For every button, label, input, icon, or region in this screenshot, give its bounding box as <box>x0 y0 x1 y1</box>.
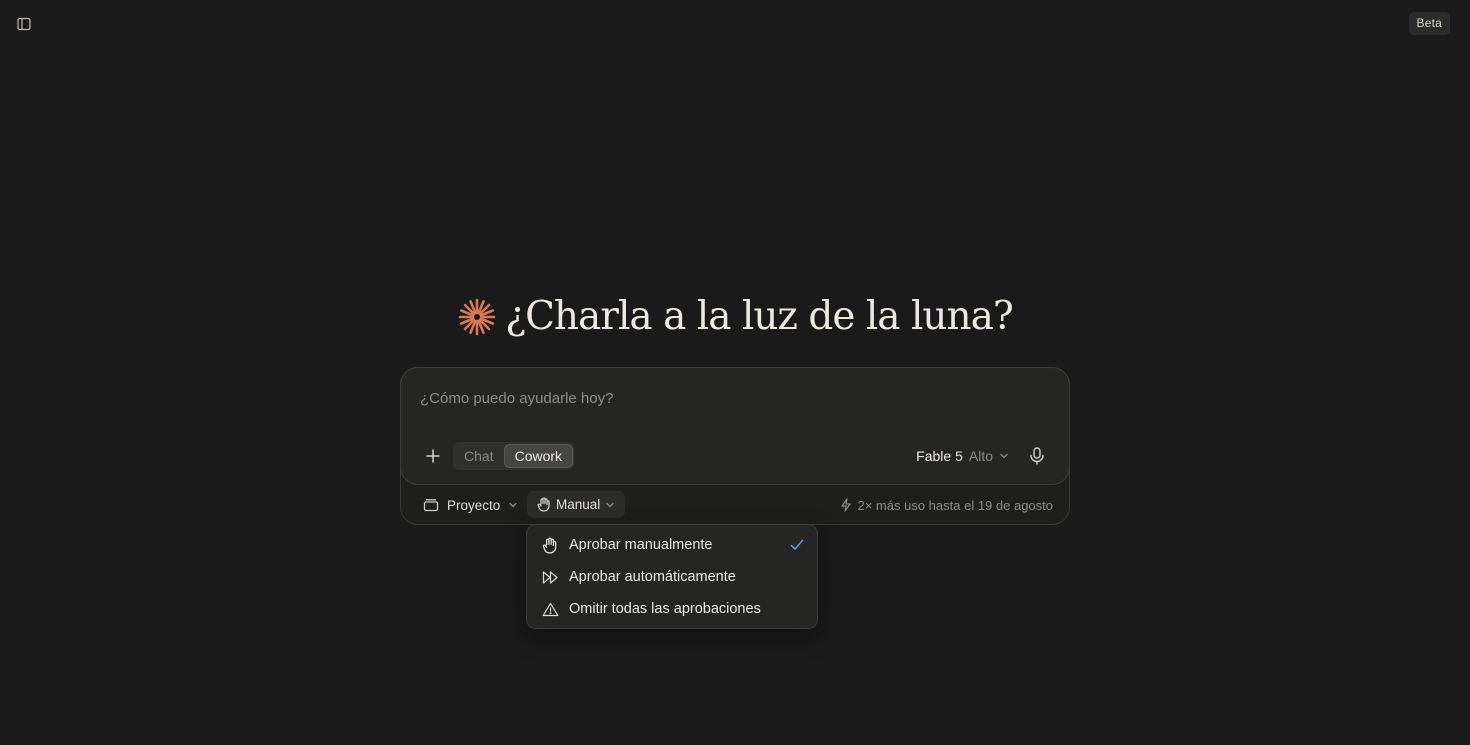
project-label: Proyecto <box>447 497 501 513</box>
model-selector[interactable]: Fable 5 Alto <box>916 443 1009 469</box>
fast-forward-icon <box>541 568 559 586</box>
approval-mode-menu: Aprobar manualmente Aprobar automáticame… <box>526 524 818 629</box>
beta-badge: Beta <box>1408 12 1450 35</box>
hand-icon <box>541 536 559 554</box>
menu-item-label: Aprobar automáticamente <box>569 569 736 585</box>
lightning-icon <box>840 498 852 512</box>
menu-item-approve-manually[interactable]: Aprobar manualmente <box>527 529 817 561</box>
sidebar-toggle-button[interactable] <box>12 12 36 36</box>
chevron-down-icon <box>605 500 615 510</box>
composer-container: Chat Cowork Fable 5 Alto <box>400 367 1070 525</box>
chevron-down-icon <box>999 451 1009 461</box>
usage-note: 2× más uso hasta el 19 de agosto <box>840 492 1054 518</box>
tab-chat[interactable]: Chat <box>454 444 504 468</box>
folder-icon <box>423 498 439 512</box>
composer: Chat Cowork Fable 5 Alto <box>400 367 1070 485</box>
add-attachment-button[interactable] <box>419 442 447 470</box>
sidebar-panel-icon <box>17 17 31 31</box>
microphone-button[interactable] <box>1023 442 1051 470</box>
microphone-icon <box>1029 447 1045 465</box>
greeting: ¿Charla a la luz de la luna? <box>0 294 1470 339</box>
app-root: Beta ¿Charla a la luz de la luna? ¿Cómo … <box>0 0 1470 745</box>
approval-mode-label: Manual <box>556 497 601 512</box>
mode-toggle: Chat Cowork <box>453 442 575 470</box>
greeting-text: ¿Charla a la luz de la luna? <box>505 294 1014 339</box>
chevron-down-icon <box>508 500 518 510</box>
approval-mode-selector[interactable]: Manual <box>527 491 626 518</box>
tab-cowork[interactable]: Cowork <box>503 444 574 468</box>
usage-note-text: 2× más uso hasta el 19 de agosto <box>857 497 1054 513</box>
menu-item-label: Omitir todas las aprobaciones <box>569 601 761 617</box>
plus-icon <box>426 449 440 463</box>
menu-item-label: Aprobar manualmente <box>569 537 713 553</box>
model-effort: Alto <box>968 448 993 464</box>
checkmark-icon <box>788 536 806 554</box>
hand-icon <box>537 497 551 512</box>
composer-bottom-bar: Proyecto Manual 2× más uso hasta el 19 d… <box>401 486 1069 524</box>
asterisk-logo-icon <box>457 297 497 337</box>
project-selector[interactable]: Proyecto <box>423 492 518 518</box>
model-name: Fable 5 <box>916 448 963 464</box>
prompt-input[interactable] <box>420 387 1020 409</box>
menu-item-skip-all-approvals[interactable]: Omitir todas las aprobaciones <box>527 593 817 625</box>
menu-item-approve-automatically[interactable]: Aprobar automáticamente <box>527 561 817 593</box>
warning-icon <box>541 600 559 618</box>
